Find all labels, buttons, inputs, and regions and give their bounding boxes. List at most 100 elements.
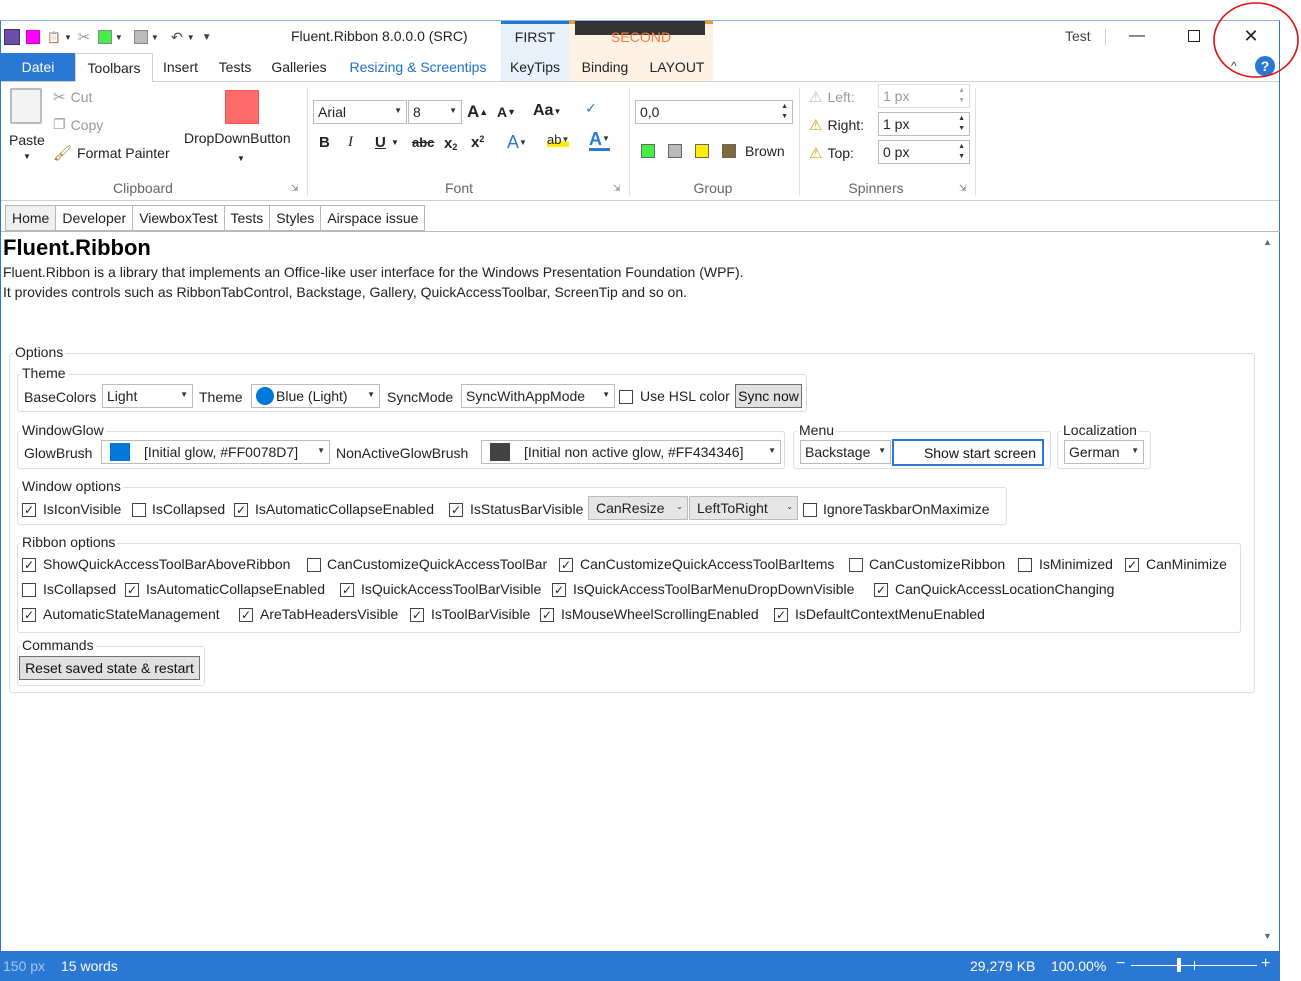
reset-state-button[interactable]: Reset saved state & restart (19, 656, 200, 680)
istoolbarvisible-checkbox[interactable]: ✓ (410, 608, 424, 622)
brown-swatch-button[interactable] (722, 144, 736, 158)
bold-button[interactable]: B (319, 134, 330, 151)
isautocollapse-checkbox[interactable]: ✓ (234, 503, 248, 517)
tab-insert[interactable]: Insert (153, 53, 208, 81)
ribbon-isautocollapse-checkbox[interactable]: ✓ (125, 583, 139, 597)
left-spinner[interactable]: 1 px ▲ ▼ (878, 84, 970, 108)
magenta-swatch-button[interactable] (24, 28, 42, 46)
gray-swatch-button[interactable] (668, 144, 682, 158)
tab-layout[interactable]: LAYOUT (641, 53, 713, 81)
contextmenu-checkbox[interactable]: ✓ (774, 608, 788, 622)
tab-resizing-screentips[interactable]: Resizing & Screentips (336, 53, 500, 81)
scroll-down-icon[interactable]: ▼ (1263, 931, 1272, 941)
minimize-icon[interactable]: — (1109, 21, 1165, 51)
basecolors-combo[interactable]: Light ▼ (102, 384, 193, 408)
page-tab-home[interactable]: Home (5, 205, 57, 231)
brown-label[interactable]: Brown (745, 143, 785, 159)
dialog-launcher-icon[interactable]: ⇲ (291, 183, 299, 194)
change-case-button[interactable]: Aa ▼ (533, 102, 561, 120)
group-spinner[interactable]: 0,0 ▲ ▼ (635, 100, 793, 124)
green-swatch-button[interactable] (641, 144, 655, 158)
tab-galleries[interactable]: Galleries (262, 53, 336, 81)
use-hsl-checkbox[interactable] (619, 390, 633, 404)
canminimize-checkbox[interactable]: ✓ (1125, 558, 1139, 572)
scissors-icon[interactable]: ✂ (75, 28, 93, 46)
yellow-swatch-button[interactable] (695, 144, 709, 158)
cancustomize-qat-checkbox[interactable] (307, 558, 321, 572)
dialog-launcher-icon[interactable]: ⇲ (959, 183, 967, 194)
theme-combo[interactable]: Blue (Light) ▼ (251, 384, 380, 408)
zoom-slider-thumb[interactable] (1177, 958, 1181, 972)
grow-font-button[interactable]: A ▲ (467, 102, 488, 122)
tab-toolbars[interactable]: Toolbars (75, 53, 153, 82)
top-spinner[interactable]: 0 px ▲ ▼ (878, 140, 970, 164)
text-effects-icon[interactable]: A ▼ (507, 132, 527, 153)
isqatvisible-checkbox[interactable]: ✓ (340, 583, 354, 597)
mousewheel-checkbox[interactable]: ✓ (540, 608, 554, 622)
right-spinner[interactable]: 1 px ▲ ▼ (878, 112, 970, 136)
underline-button[interactable]: U (375, 134, 386, 151)
page-tab-airspace[interactable]: Airspace issue (320, 205, 426, 231)
gray-swatch-button[interactable] (132, 28, 150, 46)
nonactiveglowbrush-combo[interactable]: [Initial non active glow, #FF434346] ▼ (481, 440, 781, 464)
isstatusbar-checkbox[interactable]: ✓ (449, 503, 463, 517)
chevron-down-icon[interactable]: ▼ (64, 33, 72, 42)
tabheaders-checkbox[interactable]: ✓ (239, 608, 253, 622)
menu-combo[interactable]: Backstage ▼ (800, 440, 891, 464)
zoom-in-icon[interactable]: + (1261, 955, 1270, 973)
ignore-taskbar-checkbox[interactable] (803, 503, 817, 517)
chevron-down-icon[interactable]: ▼ (115, 33, 123, 42)
paste-button[interactable]: Paste ▼ (7, 86, 47, 161)
chevron-down-icon[interactable]: ▼ (187, 33, 195, 42)
copy-button[interactable]: ❐ Copy (53, 116, 103, 133)
glowbrush-combo[interactable]: [Initial glow, #FF0078D7] ▼ (101, 440, 330, 464)
chevron-down-icon[interactable]: ▼ (391, 138, 399, 147)
paste-icon[interactable]: 📋 (45, 28, 63, 46)
sync-now-button[interactable]: Sync now (735, 384, 802, 408)
zoom-slider[interactable] (1131, 958, 1257, 972)
tab-keytips[interactable]: KeyTips (501, 53, 569, 81)
page-tab-tests[interactable]: Tests (223, 205, 271, 231)
dropdown-button[interactable]: DropDownButton ▼ (181, 86, 303, 166)
highlight-icon[interactable]: ab ▼ (547, 132, 570, 147)
page-tab-developer[interactable]: Developer (55, 205, 134, 231)
flow-direction-combo[interactable]: LeftToRight ⌄ (689, 496, 798, 520)
superscript-button[interactable]: x2 (471, 134, 484, 152)
green-swatch-button[interactable] (96, 28, 114, 46)
spelling-icon[interactable]: ✓ (585, 100, 597, 117)
cancustomize-qat-items-checkbox[interactable]: ✓ (559, 558, 573, 572)
localization-combo[interactable]: German ▼ (1064, 440, 1144, 464)
chevron-down-icon[interactable]: ▼ (151, 33, 159, 42)
tab-binding[interactable]: Binding (569, 53, 641, 81)
dialog-launcher-icon[interactable]: ⇲ (613, 183, 621, 194)
showqat-above-checkbox[interactable]: ✓ (22, 558, 36, 572)
iscollapsed-checkbox[interactable] (132, 503, 146, 517)
cancustomize-ribbon-checkbox[interactable] (849, 558, 863, 572)
page-tab-viewboxtest[interactable]: ViewboxTest (132, 205, 225, 231)
syncmode-combo[interactable]: SyncWithAppMode ▼ (461, 384, 615, 408)
autostate-checkbox[interactable]: ✓ (22, 608, 36, 622)
resize-mode-combo[interactable]: CanResize ⌄ (588, 496, 688, 520)
isminimized-checkbox[interactable] (1018, 558, 1032, 572)
show-start-screen-button[interactable]: Show start screen (892, 439, 1044, 466)
customize-qat-icon[interactable]: ▼ (198, 28, 216, 46)
ribbon-iscollapsed-checkbox[interactable] (22, 583, 36, 597)
undo-icon[interactable]: ↶ (168, 28, 186, 46)
isiconvisible-checkbox[interactable]: ✓ (22, 503, 36, 517)
font-family-combo[interactable]: Arial ▼ (313, 100, 407, 124)
app-icon[interactable] (3, 28, 21, 46)
scroll-up-icon[interactable]: ▲ (1263, 237, 1272, 247)
format-painter-button[interactable]: 🖌 Format Painter (53, 144, 170, 162)
canqatlocation-checkbox[interactable]: ✓ (874, 583, 888, 597)
zoom-out-icon[interactable]: − (1116, 955, 1125, 973)
cut-button[interactable]: ✂ Cut (53, 88, 92, 106)
font-size-combo[interactable]: 8 ▼ (408, 100, 462, 124)
tab-file[interactable]: Datei (1, 53, 75, 81)
strikethrough-button[interactable]: abc (412, 135, 434, 150)
tab-tests[interactable]: Tests (208, 53, 262, 81)
font-color-icon[interactable]: A ▼ (589, 130, 610, 151)
subscript-button[interactable]: x2 (444, 134, 457, 153)
test-label[interactable]: Test (1065, 28, 1091, 44)
page-tab-styles[interactable]: Styles (269, 205, 322, 231)
shrink-font-button[interactable]: A ▼ (497, 104, 516, 120)
